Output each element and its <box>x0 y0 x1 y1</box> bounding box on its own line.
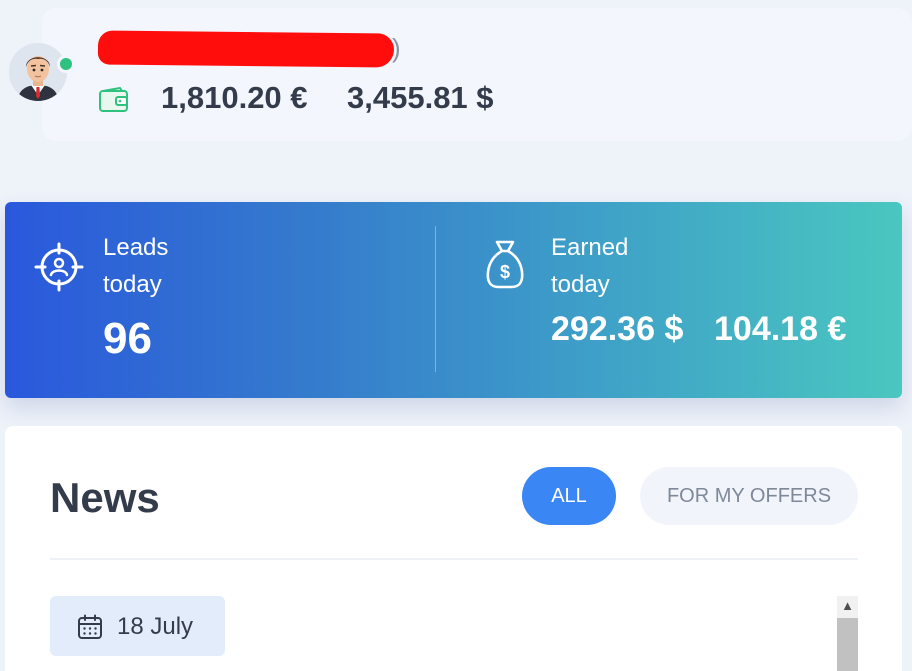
user-avatar[interactable] <box>9 43 67 101</box>
earned-value-eur: 104.18 € <box>714 310 847 348</box>
earned-label-line2: today <box>551 271 610 298</box>
svg-text:$: $ <box>500 262 510 282</box>
news-title: News <box>50 474 160 521</box>
leads-label-line2: today <box>103 271 162 298</box>
scroll-thumb[interactable] <box>837 618 858 671</box>
balance-eur: 1,810.20 € <box>161 80 308 115</box>
leads-label-line1: Leads <box>103 234 169 261</box>
dashboard: adv ) 1,810.20 € 3,455.81 $ Leads today … <box>0 0 912 671</box>
filter-all-button[interactable]: ALL <box>522 467 616 525</box>
earned-value-usd: 292.36 $ <box>551 310 684 348</box>
earned-label-line1: Earned <box>551 234 629 261</box>
username: adv ) <box>97 28 401 68</box>
balance-usd: 3,455.81 $ <box>347 80 494 115</box>
calendar-icon <box>78 614 102 639</box>
stats-banner: Leads today 96 $ Earned today 292.36 $ 1… <box>5 202 902 398</box>
wallet-icon <box>99 87 128 112</box>
profile-card <box>42 8 912 141</box>
avatar-illustration <box>9 43 67 101</box>
date-text: 18 July <box>117 613 194 640</box>
news-divider <box>50 558 858 560</box>
leads-label: Leads today <box>103 229 168 303</box>
news-scrollbar[interactable]: ▲ <box>837 596 858 671</box>
scroll-up-arrow-icon[interactable]: ▲ <box>837 596 858 616</box>
stats-divider <box>435 226 436 372</box>
leads-value: 96 <box>103 314 152 363</box>
date-chip: 18 July <box>50 596 225 656</box>
target-user-icon <box>34 242 84 292</box>
news-card: News ALL FOR MY OFFERS 18 July ▲ <box>5 426 902 671</box>
money-bag-icon: $ <box>486 240 524 289</box>
filter-my-offers-button[interactable]: FOR MY OFFERS <box>640 467 858 525</box>
earned-label: Earned today <box>551 229 628 303</box>
redaction-mark <box>97 30 395 68</box>
online-status-indicator <box>57 55 75 73</box>
